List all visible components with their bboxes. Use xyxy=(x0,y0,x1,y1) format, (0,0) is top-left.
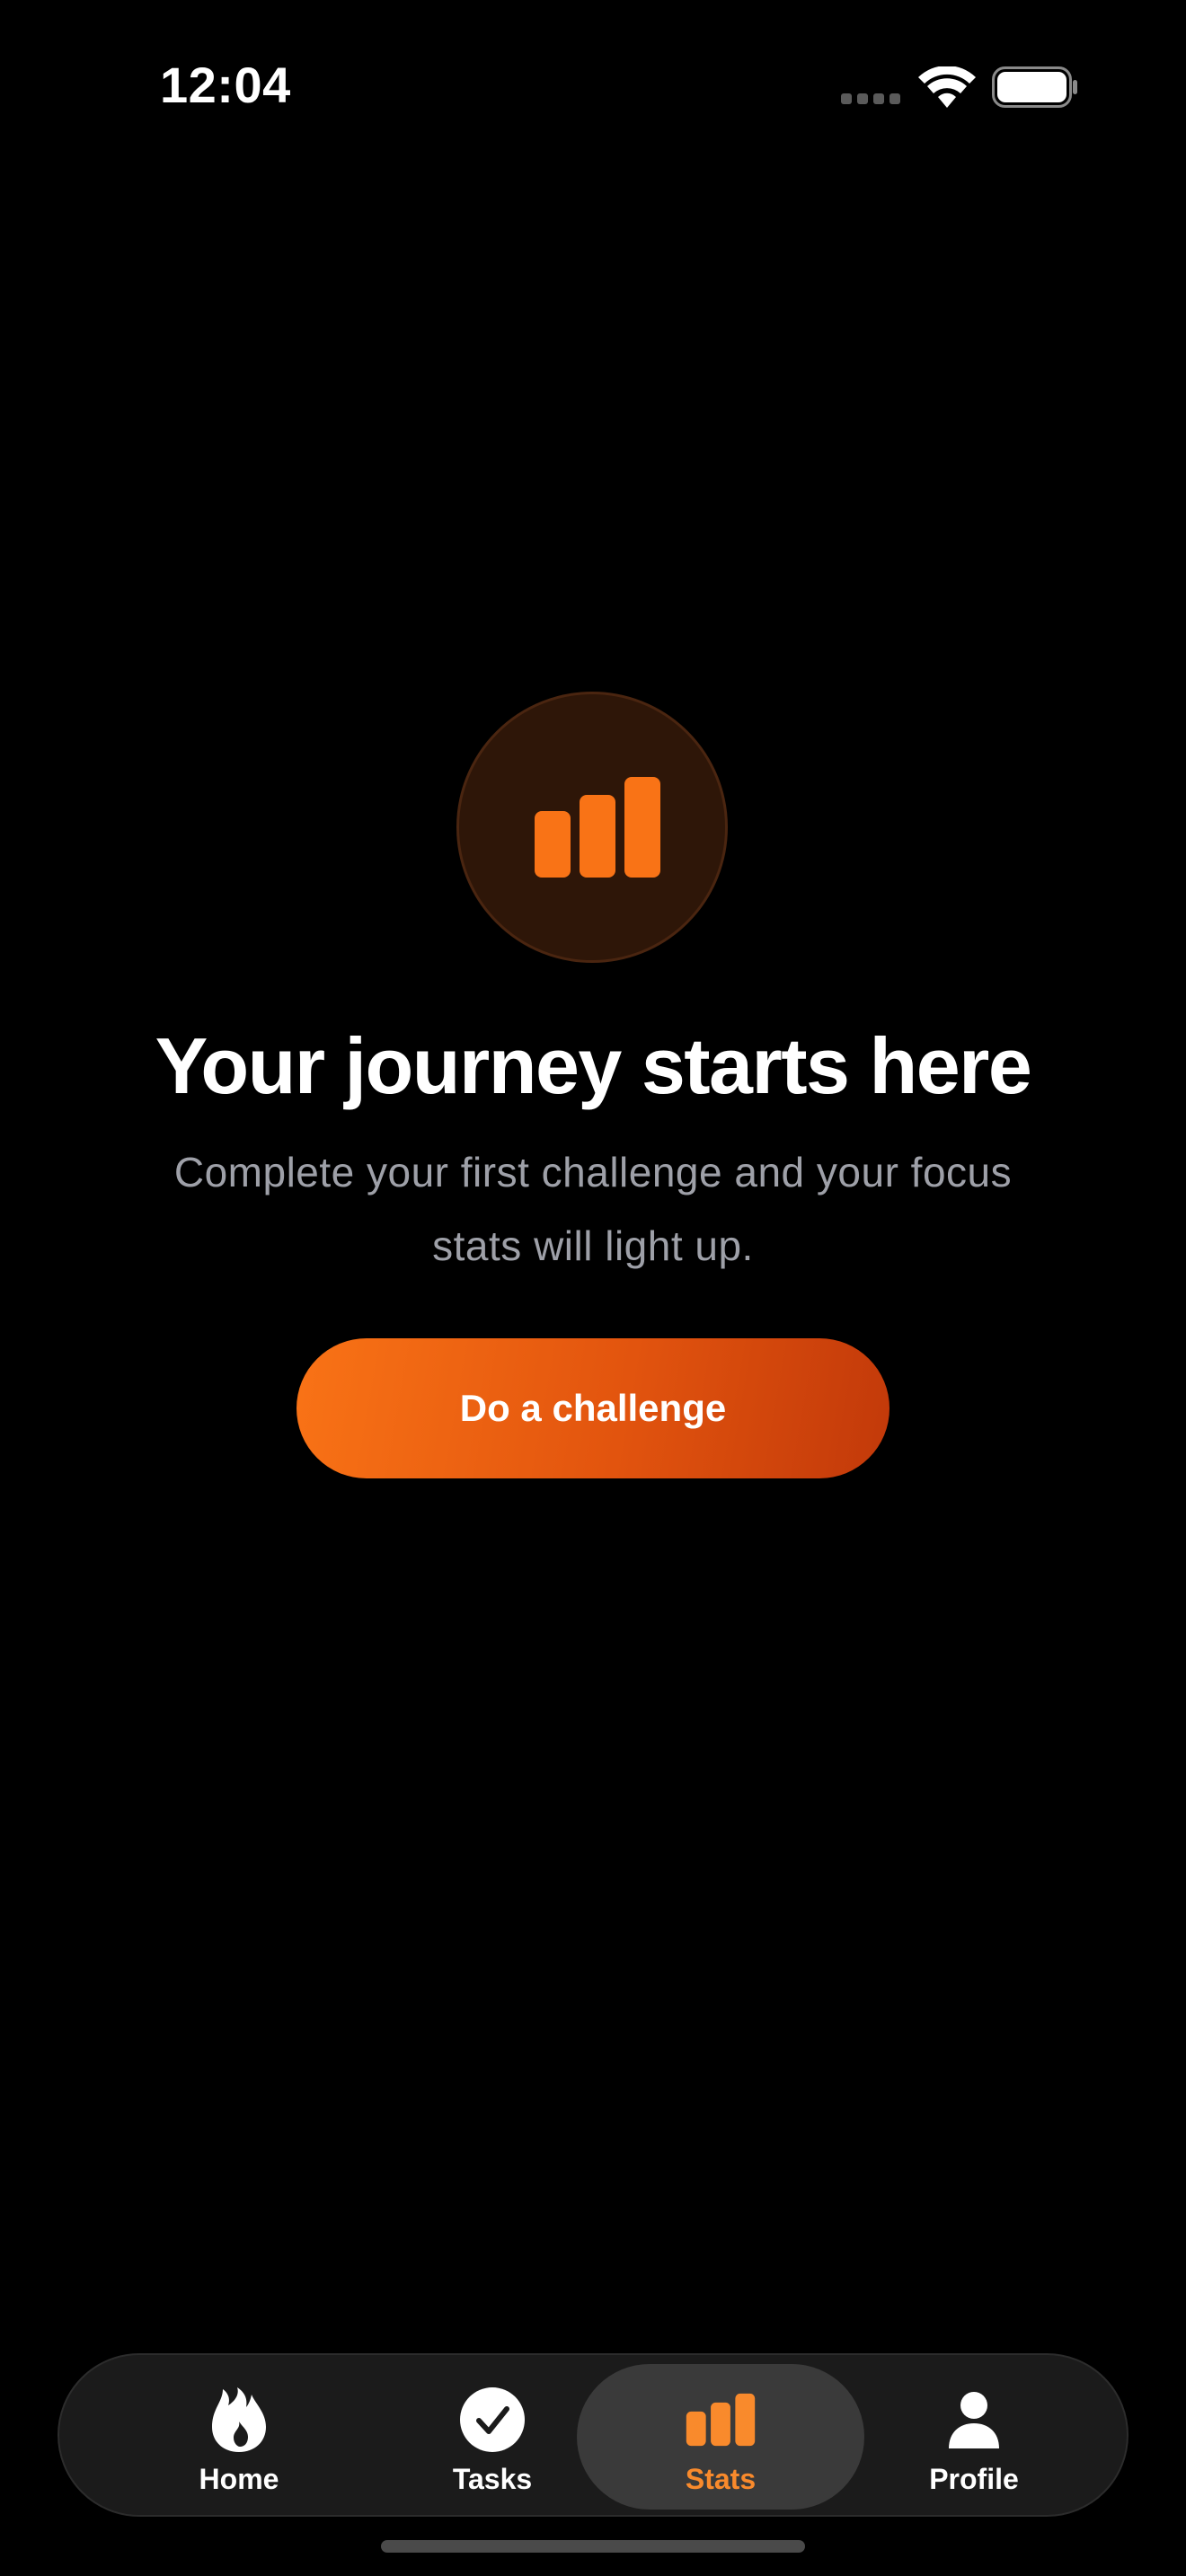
home-indicator[interactable] xyxy=(381,2540,805,2553)
tab-stats-label: Stats xyxy=(685,2463,757,2495)
tab-profile-label: Profile xyxy=(929,2463,1019,2495)
check-circle-icon xyxy=(456,2384,528,2456)
stats-badge xyxy=(456,692,728,963)
battery-icon xyxy=(992,66,1077,108)
status-bar: 12:04 xyxy=(0,0,1186,180)
tab-home-label: Home xyxy=(199,2463,279,2495)
status-time: 12:04 xyxy=(160,57,291,113)
empty-state-subtitle: Complete your first challenge and your f… xyxy=(173,1149,1013,1269)
tab-profile[interactable]: Profile xyxy=(830,2364,1118,2510)
do-a-challenge-button[interactable]: Do a challenge xyxy=(296,1338,890,1478)
wifi-icon xyxy=(918,66,976,108)
bottom-tab-bar: Home Tasks Stats Profile xyxy=(58,2353,1128,2517)
stats-empty-screen: 12:04 Your journey starts here Complete … xyxy=(0,0,1186,2576)
bar-chart-icon xyxy=(685,2384,757,2456)
bar-chart-icon xyxy=(535,777,660,878)
flame-icon xyxy=(203,2384,275,2456)
person-icon xyxy=(938,2384,1010,2456)
empty-state-title: Your journey starts here xyxy=(155,1021,1032,1110)
tab-tasks-label: Tasks xyxy=(452,2463,533,2495)
tab-stats[interactable]: Stats xyxy=(577,2364,864,2510)
cellular-signal-icon xyxy=(841,93,902,104)
tab-home[interactable]: Home xyxy=(95,2364,383,2510)
